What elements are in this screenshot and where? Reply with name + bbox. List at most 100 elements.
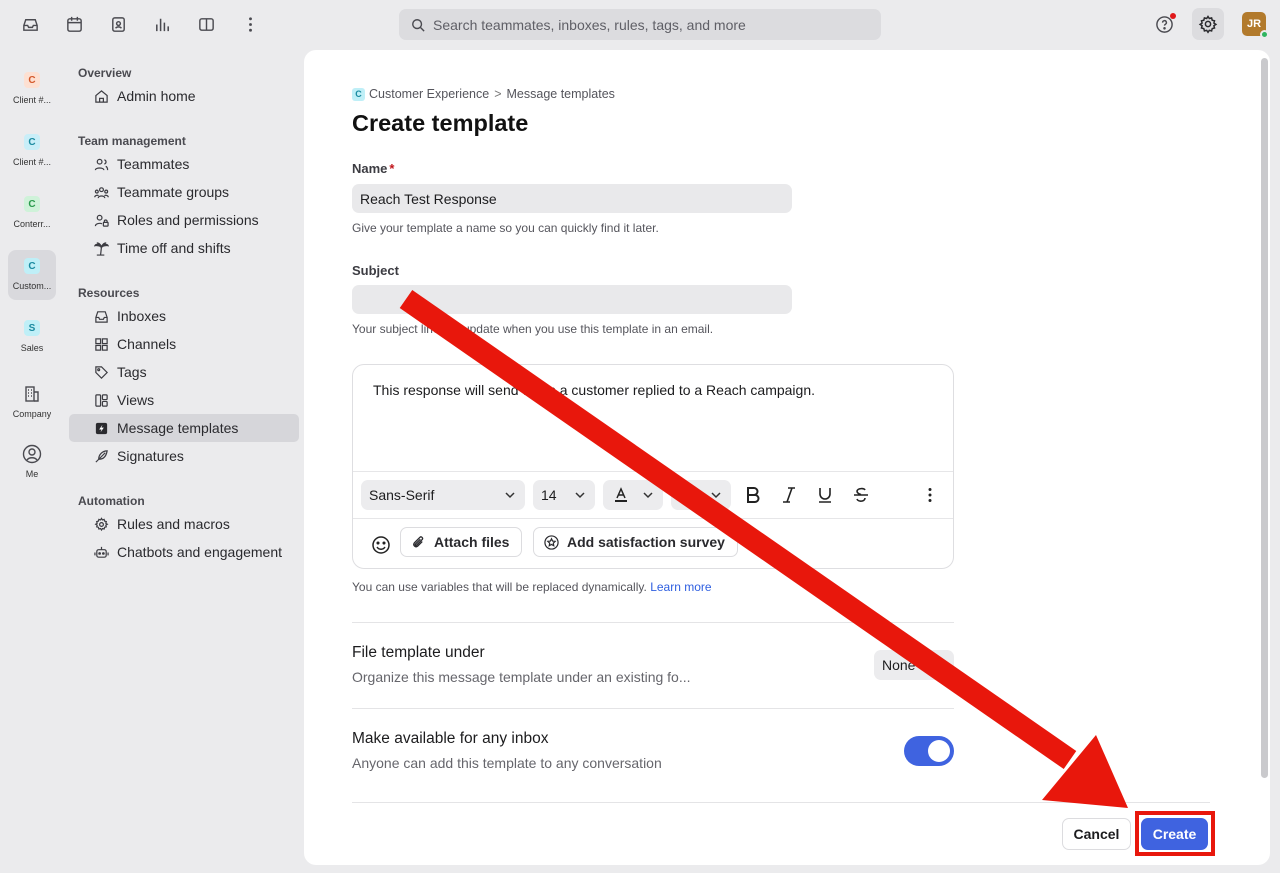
star-circle-icon <box>544 534 559 550</box>
rail-label: Conterr... <box>13 219 51 229</box>
nav-item-channels[interactable]: Channels <box>69 330 299 358</box>
folder-select[interactable]: None <box>874 650 954 680</box>
section-divider <box>352 708 954 709</box>
rail-workspace-customer[interactable]: C Custom... <box>8 250 56 300</box>
gear-icon <box>1198 15 1218 34</box>
nav-label: Inboxes <box>117 308 167 324</box>
global-search[interactable] <box>399 9 881 40</box>
subject-label: Subject <box>352 263 399 278</box>
chevron-down-icon <box>711 492 721 499</box>
message-editor: This response will send when a customer … <box>352 364 954 569</box>
subject-field[interactable] <box>352 285 792 314</box>
rail-workspace-client-1[interactable]: C Client #... <box>8 64 56 114</box>
text-color-select[interactable] <box>603 480 663 510</box>
nav-item-chatbots[interactable]: Chatbots and engagement <box>69 538 299 566</box>
breadcrumb-current[interactable]: Message templates <box>507 87 615 101</box>
knowledge-base-icon[interactable] <box>194 12 218 36</box>
settings-nav: Overview Admin home Team management Team… <box>69 60 299 566</box>
tag-icon <box>95 365 108 379</box>
nav-item-message-templates[interactable]: Message templates <box>69 414 299 442</box>
user-circle-icon <box>22 444 42 464</box>
paperclip-icon <box>413 535 424 547</box>
more-formatting-button[interactable] <box>919 484 941 506</box>
views-icon <box>95 393 108 407</box>
rail-company[interactable]: Company <box>8 374 56 424</box>
scrollbar[interactable] <box>1261 58 1268 778</box>
cancel-button[interactable]: Cancel <box>1062 818 1131 850</box>
nav-item-tags[interactable]: Tags <box>69 358 299 386</box>
toggle-knob <box>928 740 950 762</box>
inbox-icon[interactable] <box>18 12 42 36</box>
nav-label: Chatbots and engagement <box>117 544 283 560</box>
inbox-availability-description: Anyone can add this template to any conv… <box>352 755 662 771</box>
workspace-badge: C <box>24 72 40 88</box>
breadcrumb: C Customer Experience > Message template… <box>352 87 615 101</box>
more-vertical-icon[interactable] <box>238 12 262 36</box>
add-survey-button[interactable]: Add satisfaction survey <box>533 527 738 557</box>
user-lock-icon <box>94 214 109 227</box>
section-divider <box>352 622 954 623</box>
strikethrough-button[interactable] <box>850 484 872 506</box>
emoji-icon <box>372 536 390 554</box>
nav-item-teammate-groups[interactable]: Teammate groups <box>69 178 299 206</box>
name-label: Name * <box>352 161 394 176</box>
avatar-initials: JR <box>1246 18 1262 30</box>
nav-item-views[interactable]: Views <box>69 386 299 414</box>
chevron-down-icon <box>505 492 515 499</box>
nav-item-time-off[interactable]: Time off and shifts <box>69 234 299 262</box>
analytics-icon[interactable] <box>150 12 174 36</box>
settings-button[interactable] <box>1192 8 1224 40</box>
nav-item-signatures[interactable]: Signatures <box>69 442 299 470</box>
italic-button[interactable] <box>778 484 800 506</box>
nav-label: Roles and permissions <box>117 212 259 228</box>
nav-item-rules[interactable]: Rules and macros <box>69 510 299 538</box>
rail-workspace-sales[interactable]: S Sales <box>8 312 56 362</box>
nav-label: Rules and macros <box>117 516 230 532</box>
text-color-icon <box>615 487 627 502</box>
rail-label: Me <box>25 469 39 479</box>
attach-files-button[interactable]: Attach files <box>400 527 523 557</box>
variables-hint-text: You can use variables that will be repla… <box>352 580 647 594</box>
nav-item-teammates[interactable]: Teammates <box>69 150 299 178</box>
workspace-badge: C <box>352 87 365 101</box>
emoji-button[interactable] <box>371 535 391 555</box>
rail-label: Sales <box>20 343 44 353</box>
rail-label: Company <box>12 409 52 419</box>
nav-item-inboxes[interactable]: Inboxes <box>69 302 299 330</box>
palm-tree-icon <box>94 241 109 256</box>
italic-icon <box>783 487 795 503</box>
font-size-select[interactable]: 14 <box>533 480 595 510</box>
contacts-icon[interactable] <box>106 12 130 36</box>
robot-icon <box>94 546 109 558</box>
workspace-badge: S <box>24 320 40 336</box>
nav-label: Teammates <box>117 156 190 172</box>
workspace-badge: C <box>24 134 40 150</box>
workspace-badge: C <box>24 196 40 212</box>
highlight-color-select[interactable] <box>671 480 731 510</box>
subject-hint: Your subject line will update when you u… <box>352 322 714 336</box>
underline-button[interactable] <box>814 484 836 506</box>
calendar-icon[interactable] <box>62 12 86 36</box>
message-body[interactable]: This response will send when a customer … <box>373 382 815 398</box>
nav-label: Admin home <box>117 88 196 104</box>
help-icon[interactable] <box>1152 12 1176 36</box>
grid-icon <box>95 337 108 351</box>
font-family-select[interactable]: Sans-Serif <box>361 480 525 510</box>
rail-workspace-client-2[interactable]: C Client #... <box>8 126 56 176</box>
nav-item-admin-home[interactable]: Admin home <box>69 82 299 110</box>
inbox-availability-toggle[interactable] <box>904 736 954 766</box>
inbox-availability-title: Make available for any inbox <box>352 730 549 747</box>
user-avatar[interactable]: JR <box>1242 12 1269 39</box>
learn-more-link[interactable]: Learn more <box>650 580 711 594</box>
attach-files-label: Attach files <box>434 534 510 550</box>
search-icon <box>412 18 425 32</box>
rail-workspace-conterra[interactable]: C Conterr... <box>8 188 56 238</box>
bold-button[interactable] <box>742 484 764 506</box>
breadcrumb-parent[interactable]: Customer Experience <box>369 87 489 101</box>
search-input[interactable] <box>433 16 873 33</box>
nav-item-roles[interactable]: Roles and permissions <box>69 206 299 234</box>
rail-me[interactable]: Me <box>8 436 56 486</box>
name-field[interactable] <box>352 184 792 213</box>
nav-label: Views <box>117 392 155 408</box>
formatting-toolbar: Sans-Serif 14 <box>353 471 953 519</box>
